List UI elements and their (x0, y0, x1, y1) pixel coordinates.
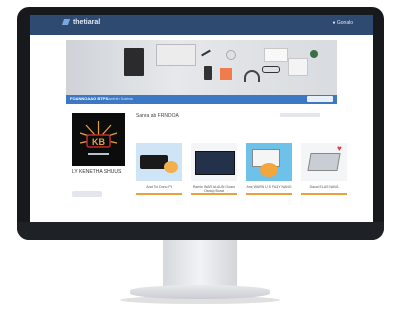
nav-label[interactable]: FOANNOAAG BTPS (70, 96, 108, 101)
plant-icon (310, 50, 318, 58)
pen-icon (201, 49, 211, 57)
monitor-stand-neck (163, 240, 237, 290)
phone-icon (204, 66, 212, 80)
brand-logo-icon (61, 19, 71, 26)
browser-screen: thetiaral ● Gonalo FOANNOAAG BTPS Sanfnl… (30, 15, 373, 222)
monitor-stand-base (130, 285, 270, 299)
user-menu-label: Gonalo (336, 20, 353, 26)
product-price-bar (191, 193, 237, 195)
product-card[interactable]: ♥ Davai ELAS NAVA (301, 143, 347, 198)
headphones-icon (244, 70, 260, 82)
product-image (246, 143, 292, 181)
kb-sunburst-logo-icon: KB (79, 121, 118, 155)
cup-icon (226, 50, 236, 60)
user-icon: ● (332, 20, 336, 26)
product-name: Davai ELAS NAVA (309, 185, 339, 189)
category-nav-bar: FOANNOAAG BTPS Sanfnlh Saitms (66, 95, 337, 104)
heart-icon[interactable]: ♥ (337, 145, 342, 153)
monitor-chin (17, 222, 384, 240)
product-image: ♥ (301, 143, 347, 181)
product-price-bar (136, 193, 182, 195)
product-laptop-icon (307, 153, 341, 171)
brand-logo[interactable]: thetiaral (61, 19, 101, 26)
product-tv-icon (195, 151, 235, 175)
product-price-bar (246, 193, 292, 195)
seller-avatar[interactable]: KB (72, 113, 125, 166)
orange-box-icon (220, 68, 232, 80)
product-name: Ramin WAR ALAUN Ouaro Oanop Burat (192, 185, 236, 193)
product-price-bar (301, 193, 347, 195)
seller-name: LY KENETHA SHUUS (72, 169, 122, 175)
product-image (191, 143, 237, 181)
paper-icon (264, 48, 288, 62)
section-title: Sanra ab FRNDOA (136, 113, 179, 119)
follow-button[interactable] (72, 191, 102, 197)
product-image (136, 143, 182, 181)
svg-text:KB: KB (92, 137, 105, 147)
nav-search-button[interactable] (307, 96, 333, 102)
product-card[interactable]: Ane WARN U S FA3Y NANG (246, 143, 292, 198)
product-name: Arat Toi Dono Pt (146, 185, 172, 189)
paper-icon (288, 58, 308, 76)
product-card[interactable]: Arat Toi Dono Pt (136, 143, 182, 198)
product-box-icon (260, 163, 278, 177)
hero-banner (66, 40, 337, 102)
user-menu[interactable]: ● Gonalo (332, 20, 353, 26)
laptop-icon (156, 44, 196, 66)
nav-sub-label[interactable]: Sanfnlh Saitms (106, 96, 133, 101)
notebook-icon (124, 48, 144, 76)
glasses-icon (262, 66, 280, 73)
product-card[interactable]: Ramin WAR ALAUN Ouaro Oanop Burat (191, 143, 237, 198)
sort-filter[interactable] (280, 113, 320, 117)
top-navigation-bar: thetiaral ● Gonalo (30, 15, 373, 35)
product-box-icon (164, 161, 178, 173)
brand-logo-text: thetiaral (72, 19, 101, 26)
product-name: Ane WARN U S FA3Y NANG (246, 185, 292, 189)
